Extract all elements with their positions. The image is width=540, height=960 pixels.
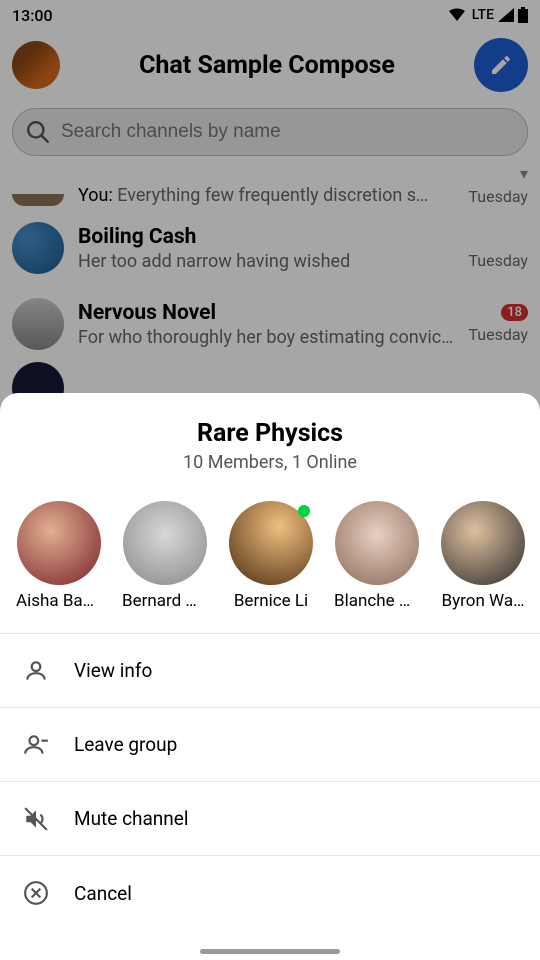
member-item[interactable]: Aisha Bad… [16,501,102,611]
member-avatar [123,501,207,585]
person-icon [22,657,50,685]
person-remove-icon [22,731,50,759]
member-item[interactable]: Bernice Li [228,501,314,611]
option-leave-group[interactable]: Leave group [0,708,540,782]
member-item[interactable]: Bernard W… [122,501,208,611]
option-label: Cancel [74,882,132,905]
online-indicator [298,505,310,517]
member-avatar [441,501,525,585]
member-item[interactable]: Byron Wa… [440,501,526,611]
option-cancel[interactable]: Cancel [0,856,540,930]
member-avatar [335,501,419,585]
option-label: View info [74,659,152,682]
members-row[interactable]: Aisha Bad… Bernard W… Bernice Li Blanche… [0,473,540,633]
option-label: Leave group [74,733,177,756]
sheet-title: Rare Physics [0,419,540,448]
member-name: Bernice Li [228,591,314,611]
member-name: Bernard W… [122,591,208,611]
member-avatar [17,501,101,585]
nav-handle[interactable] [200,949,340,954]
member-item[interactable]: Blanche S… [334,501,420,611]
close-circle-icon [22,879,50,907]
member-name: Byron Wa… [440,591,526,611]
mute-icon [22,805,50,833]
member-name: Blanche S… [334,591,420,611]
bottom-sheet: Rare Physics 10 Members, 1 Online Aisha … [0,393,540,960]
option-mute-channel[interactable]: Mute channel [0,782,540,856]
member-name: Aisha Bad… [16,591,102,611]
sheet-subtitle: 10 Members, 1 Online [0,452,540,473]
option-label: Mute channel [74,807,189,830]
sheet-options: View info Leave group Mute channel Cance… [0,633,540,930]
option-view-info[interactable]: View info [0,634,540,708]
